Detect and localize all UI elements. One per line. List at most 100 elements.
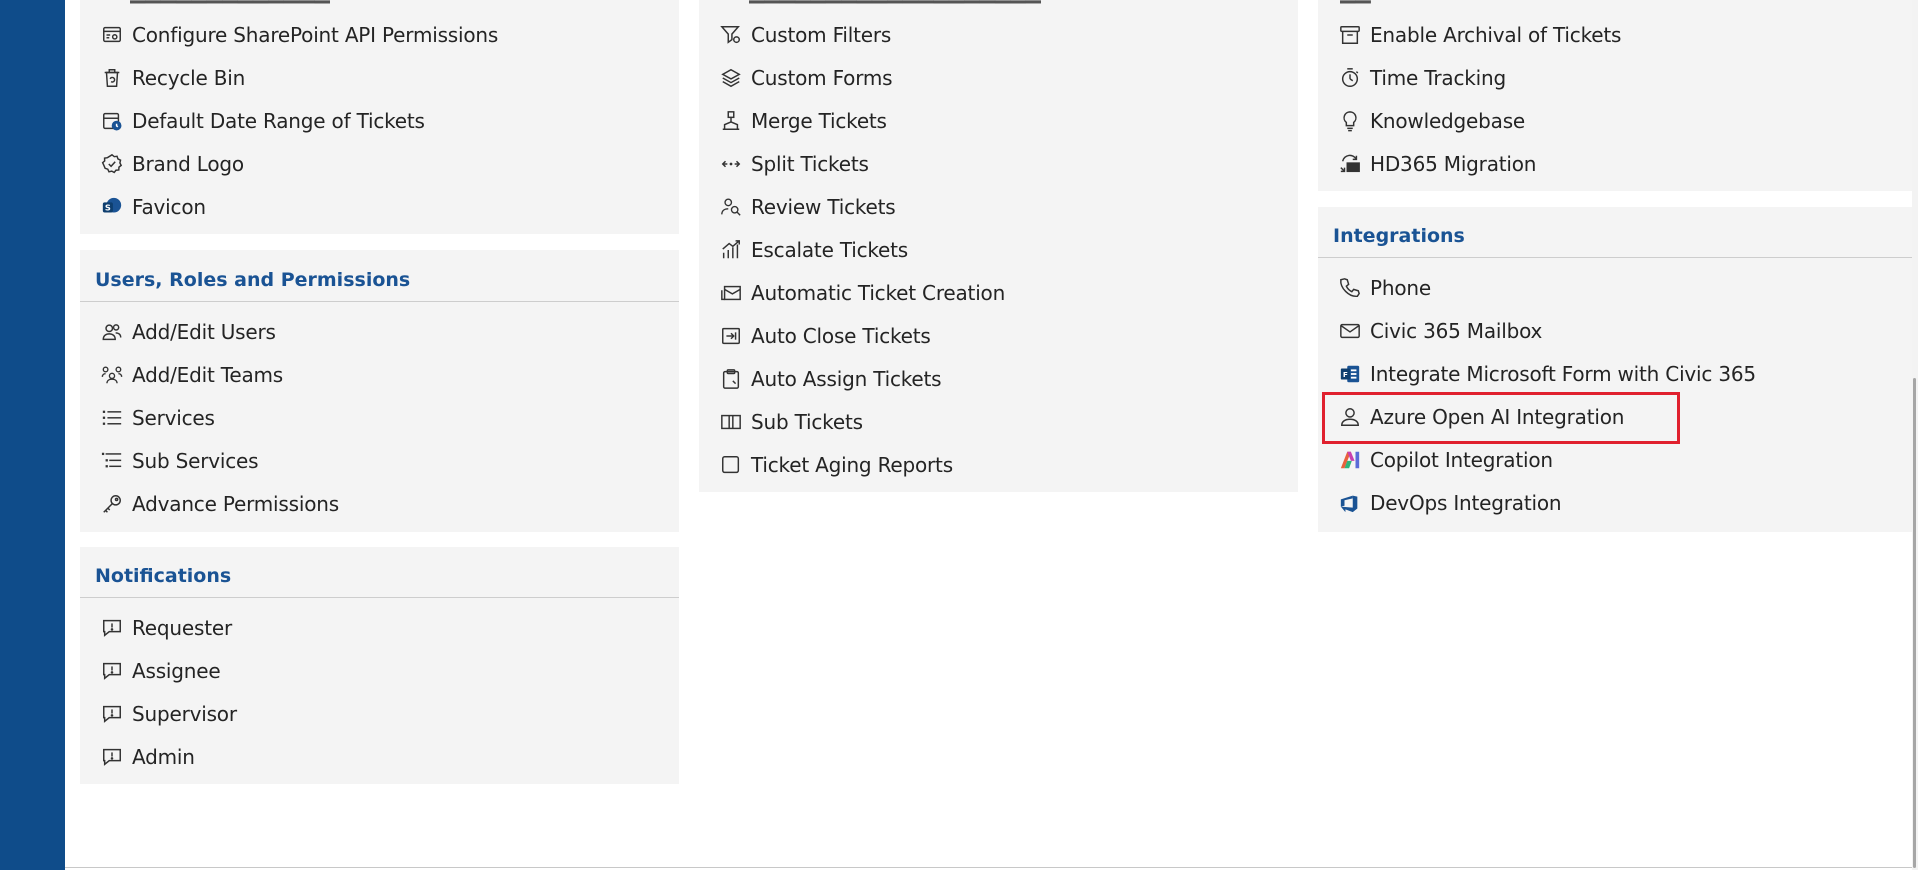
item-label: Default Date Range of Tickets (132, 109, 425, 133)
item-label: Add/Edit Users (132, 320, 276, 344)
item-services[interactable]: Services (80, 400, 215, 436)
item-label: Brand Logo (132, 152, 244, 176)
item-label: Supervisor (132, 702, 237, 726)
item-brand-logo[interactable]: Brand Logo (80, 146, 244, 182)
review-people-icon (718, 194, 744, 220)
item-auto-assign-tickets[interactable]: Auto Assign Tickets (699, 361, 942, 397)
item-label: Auto Close Tickets (751, 324, 931, 348)
phone-icon (1337, 275, 1363, 301)
item-requester[interactable]: Requester (80, 610, 232, 646)
item-admin[interactable]: Admin (80, 739, 195, 775)
cropped-item-remnant: ▔▔▔▔▔▔▔▔▔▔▔▔▔▔▔▔▔▔▔ (749, 0, 1041, 6)
favicon-icon: S (99, 194, 125, 220)
split-arrows-icon (718, 151, 744, 177)
item-label: HD365 Migration (1370, 152, 1537, 176)
merge-icon (718, 108, 744, 134)
item-review-tickets[interactable]: Review Tickets (699, 189, 896, 225)
key-icon (99, 491, 125, 517)
item-knowledgebase[interactable]: Knowledgebase (1318, 103, 1525, 139)
cropped-item-remnant: ▔▔ (1340, 0, 1371, 6)
item-label: Recycle Bin (132, 66, 246, 90)
calendar-clock-icon (99, 108, 125, 134)
item-integrate-ms-form[interactable]: F Integrate Microsoft Form with Civic 36… (1318, 356, 1756, 392)
alert-comment-icon (99, 744, 125, 770)
item-configure-sharepoint-api[interactable]: Configure SharePoint API Permissions (80, 17, 498, 53)
users-roles-card: Users, Roles and Permissions Add/Edit Us… (80, 250, 679, 532)
item-copilot-integration[interactable]: Copilot Integration (1318, 442, 1553, 478)
item-advance-permissions[interactable]: Advance Permissions (80, 486, 339, 522)
item-label: Services (132, 406, 215, 430)
svg-text:S: S (105, 203, 111, 213)
notifications-card: Notifications Requester Assignee Supervi… (80, 547, 679, 784)
alert-comment-icon (99, 658, 125, 684)
tickets-settings-card: ▔▔▔▔▔▔▔▔▔▔▔▔▔▔▔▔▔▔▔ Custom Filters Custo… (699, 0, 1298, 492)
section-title: Users, Roles and Permissions (95, 269, 411, 291)
section-divider (1318, 257, 1912, 258)
item-add-edit-teams[interactable]: Add/Edit Teams (80, 357, 283, 393)
item-favicon[interactable]: S Favicon (80, 189, 206, 225)
item-sub-services[interactable]: Sub Services (80, 443, 259, 479)
general-settings-card: ▔▔▔▔▔▔▔▔▔▔▔▔▔ Configure SharePoint API P… (80, 0, 679, 234)
auto-close-icon (718, 323, 744, 349)
item-auto-close-tickets[interactable]: Auto Close Tickets (699, 318, 931, 354)
item-label: Sub Tickets (751, 410, 863, 434)
item-label: Civic 365 Mailbox (1370, 319, 1543, 343)
bottom-divider (65, 867, 1912, 868)
item-custom-filters[interactable]: Custom Filters (699, 17, 891, 53)
item-split-tickets[interactable]: Split Tickets (699, 146, 869, 182)
item-civic-365-mailbox[interactable]: Civic 365 Mailbox (1318, 313, 1542, 349)
item-time-tracking[interactable]: Time Tracking (1318, 60, 1506, 96)
item-escalate-tickets[interactable]: Escalate Tickets (699, 232, 908, 268)
item-label: DevOps Integration (1370, 491, 1562, 515)
recycle-bin-icon (99, 65, 125, 91)
item-devops-integration[interactable]: DevOps Integration (1318, 485, 1562, 521)
section-divider (80, 301, 679, 302)
item-label: Knowledgebase (1370, 109, 1526, 133)
section-divider (80, 597, 679, 598)
item-label: Configure SharePoint API Permissions (132, 23, 499, 47)
item-label: Copilot Integration (1370, 448, 1553, 472)
item-label: Integrate Microsoft Form with Civic 365 (1370, 362, 1756, 386)
item-label: Admin (132, 745, 195, 769)
badge-icon (99, 151, 125, 177)
item-label: Phone (1370, 276, 1431, 300)
item-label: Requester (132, 616, 232, 640)
left-nav-rail (0, 0, 65, 870)
scrollbar-thumb[interactable] (1913, 378, 1916, 868)
layers-icon (718, 65, 744, 91)
section-title: Integrations (1333, 225, 1465, 247)
item-supervisor[interactable]: Supervisor (80, 696, 237, 732)
item-hd365-migration[interactable]: HD365 Migration (1318, 146, 1536, 182)
item-automatic-ticket-creation[interactable]: Automatic Ticket Creation (699, 275, 1005, 311)
item-label: Azure Open AI Integration (1370, 405, 1625, 429)
item-azure-open-ai[interactable]: Azure Open AI Integration (1318, 399, 1624, 435)
item-label: Enable Archival of Tickets (1370, 23, 1622, 47)
alert-comment-icon (99, 615, 125, 641)
lightbulb-icon (1337, 108, 1363, 134)
item-label: Time Tracking (1370, 66, 1506, 90)
clipboard-icon (718, 366, 744, 392)
svg-text:F: F (1343, 370, 1348, 379)
migration-icon (1337, 151, 1363, 177)
person-ai-icon (1337, 404, 1363, 430)
item-custom-forms[interactable]: Custom Forms (699, 60, 893, 96)
item-enable-archival[interactable]: Enable Archival of Tickets (1318, 17, 1621, 53)
item-label: Assignee (132, 659, 221, 683)
item-ticket-aging-reports[interactable]: Ticket Aging Reports (699, 447, 953, 483)
sharepoint-config-icon (99, 22, 125, 48)
item-sub-tickets[interactable]: Sub Tickets (699, 404, 863, 440)
square-icon (718, 452, 744, 478)
integrations-card: Integrations Phone Civic 365 Mailbox F I… (1318, 207, 1912, 532)
item-merge-tickets[interactable]: Merge Tickets (699, 103, 887, 139)
item-label: Custom Forms (751, 66, 893, 90)
list-icon (99, 405, 125, 431)
item-phone[interactable]: Phone (1318, 270, 1431, 306)
item-assignee[interactable]: Assignee (80, 653, 221, 689)
section-title: Notifications (95, 565, 232, 587)
archive-icon (1337, 22, 1363, 48)
devops-icon (1337, 490, 1363, 516)
item-recycle-bin[interactable]: Recycle Bin (80, 60, 245, 96)
item-add-edit-users[interactable]: Add/Edit Users (80, 314, 276, 350)
item-default-date-range[interactable]: Default Date Range of Tickets (80, 103, 425, 139)
item-label: Escalate Tickets (751, 238, 909, 262)
